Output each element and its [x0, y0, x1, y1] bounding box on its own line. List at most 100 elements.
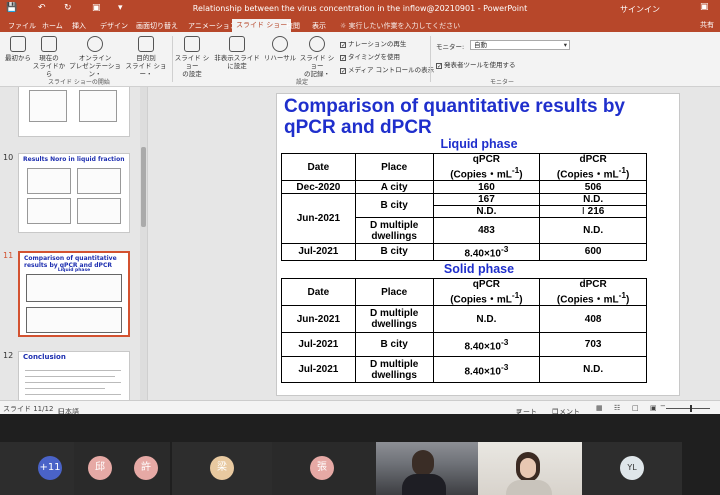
slide-thumbnail-11[interactable]: Comparison of quantitative results by qP… — [18, 251, 130, 337]
slide-number-12: 12 — [3, 351, 14, 360]
tab-transitions[interactable]: 画面切り替え — [132, 20, 182, 32]
cell-date: Jul-2021 — [281, 243, 356, 261]
participant-tile[interactable]: 邱 許 — [74, 442, 170, 495]
tab-insert[interactable]: 挿入 — [68, 20, 90, 32]
timing-checkbox[interactable]: ✓ タイミングを使用 — [340, 51, 400, 62]
window-title: Relationship between the virus concentra… — [192, 4, 528, 13]
mini-chart — [79, 90, 117, 122]
table-row: Jun-2021 D multiple dwellings N.D. 408 — [281, 305, 647, 334]
media-controls-checkbox[interactable]: ✓ メディア コントロールの表示 — [340, 64, 435, 75]
custom-label-2: スライド ショー・ — [125, 62, 167, 78]
tab-file[interactable]: ファイル — [4, 20, 40, 32]
current-slide[interactable]: Comparison of quantitative results by qP… — [276, 93, 680, 396]
cell-dpcr: N.D. — [539, 217, 647, 245]
cell-place: D multiple dwellings — [354, 305, 434, 334]
zoom-slider-handle[interactable] — [690, 405, 692, 412]
presenter-view-checkbox[interactable]: ✓ 発表者ツールを使用する — [436, 59, 516, 70]
rehearse-label: リハーサル — [263, 54, 297, 62]
ribbon-separator — [172, 36, 173, 82]
zoom-slider[interactable] — [666, 408, 710, 409]
slide-sorter-icon[interactable]: ☷ — [614, 404, 620, 412]
reading-view-icon[interactable]: □ — [632, 404, 639, 412]
units-close: ) — [626, 294, 630, 306]
sign-in-link[interactable]: サインイン — [620, 4, 660, 15]
narration-checkbox[interactable]: ✓ ナレーションの再生 — [340, 38, 406, 49]
participant-tile[interactable]: 梁 — [172, 442, 272, 495]
cell-dpcr: N.D. — [539, 356, 647, 384]
online-presentation-button[interactable]: オンライン プレゼンテーション・ — [66, 36, 124, 78]
window-controls-icon[interactable]: ▣ — [700, 2, 709, 12]
cell-place: B city — [354, 193, 434, 219]
setup-slideshow-button[interactable]: スライド ショー の設定 — [174, 36, 210, 78]
slide-title[interactable]: Comparison of quantitative results by qP… — [284, 96, 674, 138]
mini-chart — [77, 168, 121, 194]
ribbon: 最初から 現在の スライドから オンライン プレゼンテーション・ 目的別 スライ… — [0, 32, 720, 87]
from-beginning-button[interactable]: 最初から — [3, 36, 33, 62]
thumbnail-title: Comparison of quantitative results by qP… — [24, 255, 117, 269]
mini-table — [26, 274, 122, 302]
participant-video[interactable] — [376, 442, 478, 495]
cell-date: Dec-2020 — [281, 180, 356, 195]
video-call-strip: +11 邱 許 梁 張 YL — [0, 414, 720, 495]
tab-home[interactable]: ホーム — [38, 20, 67, 32]
cell-dpcr: 600 — [539, 243, 647, 261]
header-dpcr: dPCR (Copies・mL-1) — [539, 277, 647, 307]
units-label: (Copies・mL — [450, 169, 512, 181]
ribbon-tabs: ファイル ホーム 挿入 デザイン 画面切り替え アニメーション スライド ショー… — [0, 18, 720, 32]
cell-qpcr: 8.40×10-3 — [432, 332, 541, 358]
liquid-phase-heading: Liquid phase — [440, 137, 518, 151]
normal-view-icon[interactable]: ▦ — [596, 404, 603, 412]
globe-icon — [87, 36, 103, 52]
custom-label-1: 目的別 — [136, 54, 156, 62]
participant-video[interactable] — [478, 442, 582, 495]
units-exponent: -1 — [618, 290, 626, 300]
participant-avatar: 張 — [310, 456, 334, 480]
monitor-select[interactable]: 自動 ▾ — [470, 40, 570, 50]
slide-thumbnail-12[interactable]: Conclusion — [18, 351, 130, 400]
cell-qpcr: N.D. — [432, 205, 541, 219]
custom-slideshow-button[interactable]: 目的別 スライド ショー・ — [122, 36, 170, 78]
online-label-1: オンライン — [78, 54, 112, 62]
thumbnail-scrollbar[interactable] — [140, 87, 147, 400]
tab-review[interactable]: 校閲 — [282, 20, 304, 32]
exponent: -3 — [500, 337, 509, 348]
slide-thumbnail-9[interactable] — [18, 87, 130, 137]
units-label: (Copies・mL — [556, 294, 619, 306]
zoom-out-icon[interactable]: − — [660, 402, 666, 410]
checkmark-icon: ✓ — [340, 42, 347, 49]
tell-me-text: 実行したい作業を入力してください — [348, 22, 461, 30]
mini-chart — [77, 198, 121, 224]
tab-view[interactable]: 表示 — [308, 20, 330, 32]
chevron-down-icon: ▾ — [563, 41, 567, 49]
slideshow-view-icon[interactable]: ▣ — [650, 404, 657, 412]
scrollbar-thumb[interactable] — [141, 147, 146, 227]
header-date: Date — [281, 152, 356, 182]
share-button[interactable]: 共有 — [700, 20, 714, 30]
participant-tile[interactable]: YL — [582, 442, 682, 495]
from-beginning-label: 最初から — [5, 54, 31, 62]
cell-date: Jul-2021 — [281, 356, 356, 384]
cell-qpcr: 8.40×10-3 — [432, 243, 541, 261]
text-cursor-icon: Ι — [581, 206, 585, 218]
tell-me-box[interactable]: ☼ 実行したい作業を入力してください — [340, 21, 460, 31]
setup-label-2: の設定 — [182, 70, 202, 78]
slide-thumbnail-10[interactable]: Results Noro in liquid fraction — [18, 153, 130, 233]
hide-slide-button[interactable]: 非表示スライド に設定 — [214, 36, 260, 70]
from-current-button[interactable]: 現在の スライドから — [32, 36, 66, 78]
rehearse-button[interactable]: リハーサル — [262, 36, 298, 62]
mini-chart — [29, 90, 67, 122]
liquid-phase-table[interactable]: Date Place qPCR (Copies・mL-1) dPCR (Copies… — [281, 152, 647, 261]
person-head — [412, 450, 434, 476]
slide-thumbnail-pane: 10 Results Noro in liquid fraction 11 Co… — [0, 87, 148, 400]
participant-avatar: 邱 — [88, 456, 112, 480]
cell-dpcr: 408 — [539, 305, 647, 334]
record-slideshow-button[interactable]: スライド ショー の記録・ — [298, 36, 336, 78]
tab-design[interactable]: デザイン — [96, 20, 132, 32]
table-header-row: Date Place qPCR (Copies・mL-1) dPCR (Copies… — [281, 277, 647, 307]
media-label: メディア コントロールの表示 — [348, 66, 435, 74]
group-label-setup: 設定 — [296, 79, 309, 86]
solid-phase-table[interactable]: Date Place qPCR (Copies・mL-1) dPCR (Copies… — [281, 277, 647, 384]
header-qpcr: qPCR (Copies・mL-1) — [432, 277, 541, 307]
participant-tile[interactable]: 張 — [272, 442, 376, 495]
participant-avatar: YL — [620, 456, 644, 480]
